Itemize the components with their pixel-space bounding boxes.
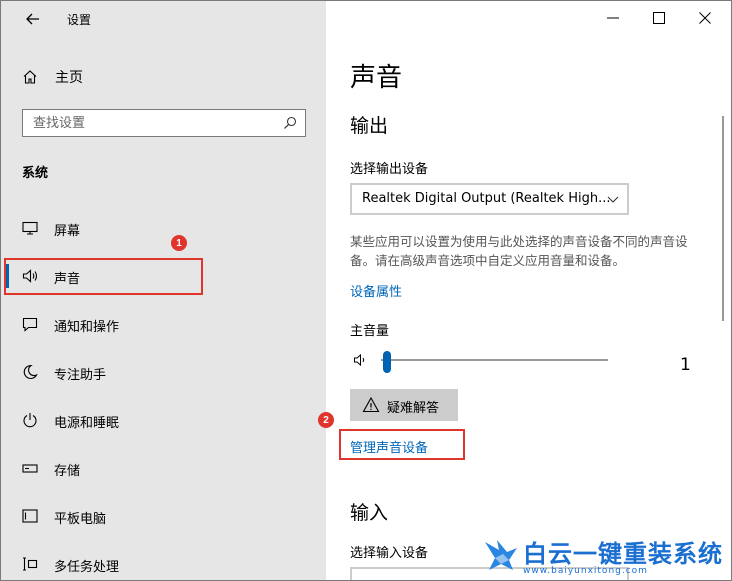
sidebar-item-display[interactable]: 屏幕 — [1, 212, 326, 244]
moon-icon — [23, 364, 38, 379]
sidebar-item-label: 屏幕 — [54, 224, 81, 239]
input-device-label: 选择输入设备 — [350, 546, 429, 561]
output-description: 某些应用可以设置为使用与此处选择的声音设备不同的声音设备。请在高级声音选项中自定… — [350, 234, 688, 268]
scrollbar[interactable] — [722, 116, 724, 321]
content-pane: 声音 输出 选择输出设备 Realtek Digital Output (Rea… — [318, 1, 731, 580]
search-input[interactable] — [23, 110, 273, 136]
window-title: 设置 — [67, 13, 92, 27]
sidebar-item-notifications[interactable]: 通知和操作 — [1, 308, 326, 340]
watermark-title: 白云一键重装系统 — [523, 540, 723, 568]
output-device-dropdown[interactable]: Realtek Digital Output (Realtek High... — [350, 183, 629, 215]
sidebar-item-multitasking[interactable]: 多任务处理 — [1, 548, 326, 580]
minimize-icon[interactable] — [606, 11, 620, 25]
output-device-label: 选择输出设备 — [350, 162, 429, 177]
volume-slider-track[interactable] — [381, 359, 608, 361]
troubleshoot-button[interactable]: 疑难解答 — [350, 389, 458, 421]
chevron-down-icon — [607, 196, 619, 203]
section-title: 系统 — [22, 166, 49, 181]
notification-icon — [22, 317, 38, 332]
search-box[interactable] — [22, 109, 306, 137]
sidebar-item-power[interactable]: 电源和睡眠 — [1, 404, 326, 436]
monitor-icon — [22, 221, 38, 235]
highlight-box-sound — [4, 258, 203, 295]
page-title: 声音 — [350, 63, 403, 93]
search-icon[interactable] — [283, 116, 297, 130]
sidebar-item-storage[interactable]: 存储 — [1, 452, 326, 484]
volume-icon[interactable] — [353, 352, 369, 368]
input-heading: 输入 — [350, 502, 389, 524]
warning-icon — [362, 396, 380, 413]
sidebar-item-home[interactable]: 主页 — [21, 67, 83, 87]
watermark: 白云一键重装系统 www.baiyunxitong.com — [483, 532, 731, 580]
sidebar-item-label: 专注助手 — [54, 368, 107, 383]
volume-slider-thumb[interactable] — [383, 351, 392, 373]
settings-window: 设置 主页 系统 屏幕 — [0, 0, 732, 581]
master-volume-label: 主音量 — [350, 324, 390, 339]
multitask-icon — [23, 557, 38, 571]
device-properties-link[interactable]: 设备属性 — [350, 281, 402, 300]
annotation-badge-1: 1 — [171, 235, 187, 251]
sidebar: 设置 主页 系统 屏幕 — [1, 1, 326, 580]
back-arrow-icon[interactable] — [23, 9, 43, 29]
watermark-url: www.baiyunxitong.com — [523, 566, 648, 576]
sidebar-item-label: 多任务处理 — [54, 560, 120, 575]
sidebar-item-label: 电源和睡眠 — [54, 416, 120, 431]
sidebar-item-label: 存储 — [54, 464, 81, 479]
close-icon[interactable] — [698, 11, 712, 25]
home-label: 主页 — [55, 70, 83, 86]
annotation-badge-2: 2 — [318, 412, 334, 428]
sidebar-item-label: 平板电脑 — [54, 512, 107, 527]
sidebar-item-focus-assist[interactable]: 专注助手 — [1, 356, 326, 388]
sidebar-item-label: 通知和操作 — [54, 320, 120, 335]
volume-value: 1 — [680, 355, 691, 375]
tablet-icon — [22, 509, 38, 523]
troubleshoot-label: 疑难解答 — [387, 401, 440, 416]
output-device-value: Realtek Digital Output (Realtek High... — [362, 191, 611, 206]
highlight-box-manage — [339, 429, 465, 460]
output-heading: 输出 — [350, 115, 389, 137]
home-icon — [23, 70, 37, 84]
storage-icon — [22, 464, 38, 473]
maximize-icon[interactable] — [652, 11, 666, 25]
power-icon — [23, 413, 37, 428]
bird-logo-icon — [485, 540, 517, 570]
sidebar-item-tablet[interactable]: 平板电脑 — [1, 500, 326, 532]
